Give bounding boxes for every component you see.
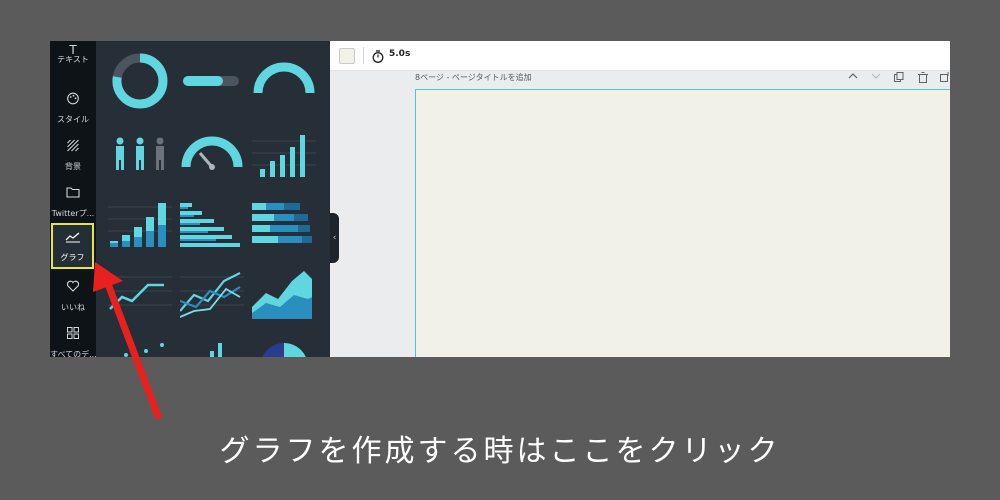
column-chart-tile[interactable] [252, 127, 316, 183]
pattern-icon [67, 139, 80, 154]
chevron-up-icon[interactable] [848, 72, 858, 83]
add-page-icon[interactable] [940, 72, 950, 85]
toolbar-divider [363, 47, 364, 64]
canva-editor-screenshot: T テキスト スタイル 背景 Twitterプ... グラフ いいね すべてのデ… [50, 41, 950, 357]
sidebar-item-label: テキスト [57, 55, 89, 64]
sidebar-item-label: すべてのデ... [50, 350, 96, 357]
editor-toolbar: 5.0s [330, 41, 950, 71]
chevron-down-icon[interactable] [871, 72, 881, 83]
sidebar-item-style[interactable]: スタイル [50, 87, 96, 131]
timer-label[interactable]: 5.0s [389, 49, 410, 59]
duplicate-page-icon[interactable] [894, 72, 904, 85]
delete-page-icon[interactable] [918, 72, 928, 86]
design-canvas[interactable] [415, 89, 950, 357]
chart-line-icon [65, 231, 81, 245]
grid-icon [67, 327, 79, 341]
sidebar-item-background[interactable]: 背景 [50, 134, 96, 178]
page-title-label[interactable]: 8ページ - ページタイトルを追加 [415, 72, 532, 83]
annotation-caption: グラフを作成する時はここをクリック [219, 434, 781, 469]
sidebar-item-label: スタイル [57, 115, 89, 124]
line-chart-tile[interactable] [108, 267, 172, 323]
donut-chart-tile[interactable] [108, 51, 172, 109]
sidebar-item-label: 背景 [65, 162, 81, 171]
sidebar-rail: T テキスト スタイル 背景 Twitterプ... グラフ いいね すべてのデ… [50, 41, 96, 357]
pie-chart-tile[interactable] [252, 337, 316, 357]
timer-icon[interactable] [372, 48, 384, 67]
collapse-panel-button[interactable]: ‹ [330, 213, 339, 263]
sidebar-item-likes[interactable]: いいね [50, 275, 96, 319]
speedometer-gauge-tile[interactable] [180, 127, 244, 183]
folder-icon [66, 186, 80, 200]
sidebar-item-label: グラフ [60, 253, 85, 262]
dot-chart-tile[interactable] [108, 337, 172, 357]
heart-icon [66, 280, 80, 294]
editor-area: 5.0s 8ページ - ページタイトルを追加 [330, 41, 950, 357]
sidebar-item-all[interactable]: すべてのデ... [50, 322, 96, 357]
column-chart-3-tile[interactable] [180, 337, 244, 357]
people-icon-chart-tile[interactable] [108, 127, 172, 183]
background-color-swatch[interactable] [339, 48, 355, 64]
sidebar-item-label: いいね [61, 303, 85, 312]
sidebar-item-label: Twitterプ... [51, 209, 95, 218]
graph-panel [96, 41, 374, 357]
progress-bar-tile[interactable] [180, 51, 244, 107]
half-gauge-tile[interactable] [252, 51, 316, 107]
column-chart-2-tile[interactable] [108, 197, 172, 253]
stacked-bar-chart-tile[interactable] [252, 197, 316, 253]
sidebar-item-graph[interactable]: グラフ [51, 223, 94, 269]
multi-line-chart-tile[interactable] [180, 267, 244, 323]
sidebar-item-text[interactable]: T テキスト [50, 41, 96, 71]
palette-icon [67, 92, 80, 107]
bar-chart-tile[interactable] [180, 197, 244, 253]
sidebar-item-folder[interactable]: Twitterプ... [50, 181, 96, 225]
area-chart-tile[interactable] [252, 267, 316, 323]
